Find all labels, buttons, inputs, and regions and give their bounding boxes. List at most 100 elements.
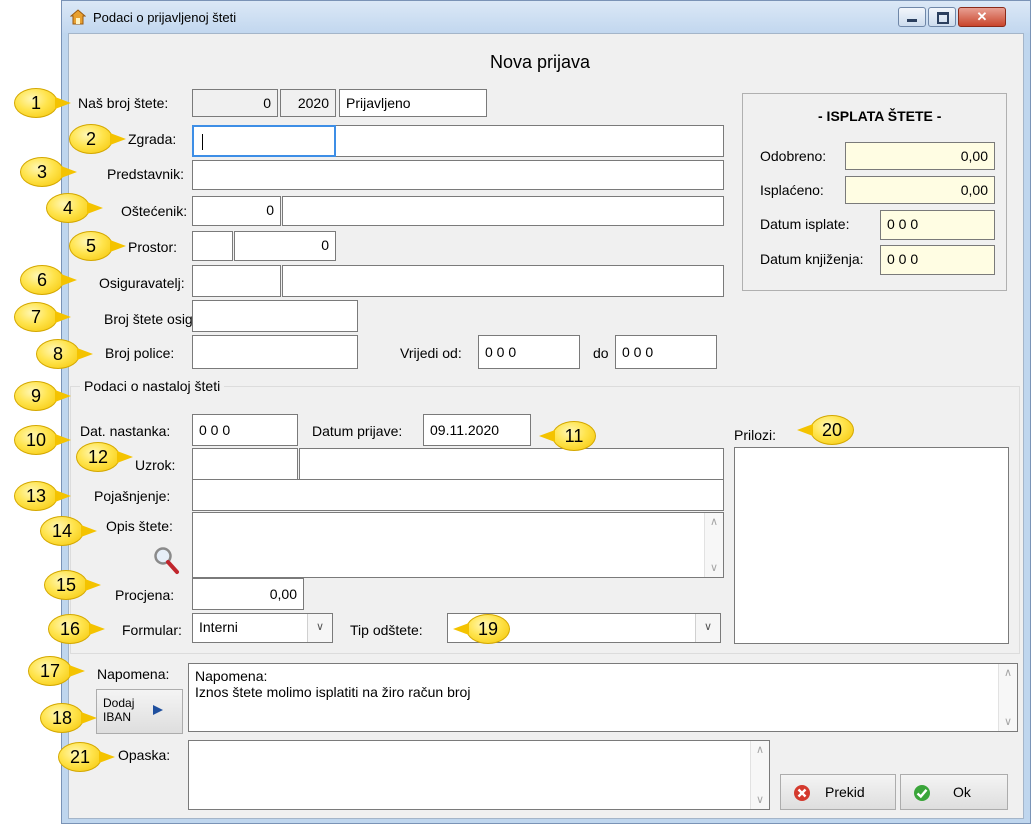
callout-18: 18 (40, 703, 97, 733)
napomena-label: Napomena: (97, 666, 170, 682)
napomena-line1: Napomena: (195, 668, 268, 684)
prostor-type-field[interactable] (192, 231, 233, 261)
uzrok-label: Uzrok: (135, 457, 176, 473)
nas-broj-year-field: 2020 (280, 89, 336, 117)
napomena-scrollbar[interactable]: ∧ ∨ (998, 664, 1017, 731)
callout-6: 6 (20, 265, 77, 295)
pojasnjenje-field[interactable] (192, 479, 724, 511)
prekid-button[interactable]: Prekid (780, 774, 896, 810)
callout-17: 17 (28, 656, 85, 686)
callout-15: 15 (44, 570, 101, 600)
dat-nastanka-label: Dat. nastanka: (80, 423, 171, 439)
magnifier-icon[interactable] (152, 545, 180, 575)
formular-value: Interni (199, 619, 238, 635)
predstavnik-label: Predstavnik: (107, 166, 185, 182)
window-title: Podaci o prijavljenoj šteti (93, 10, 237, 25)
callout-21: 21 (58, 742, 115, 772)
uzrok-code-field[interactable] (192, 448, 298, 480)
uzrok-name-field[interactable] (299, 448, 724, 480)
datum-knjizenja-label: Datum knjiženja: (760, 251, 864, 267)
close-button[interactable]: ✕ (958, 7, 1006, 27)
tip-odstete-label: Tip odštete: (350, 622, 423, 638)
play-arrow-icon (153, 705, 163, 715)
opaska-label: Opaska: (118, 747, 171, 763)
formular-select[interactable]: Interni ∨ (192, 613, 333, 643)
ok-button-label: Ok (953, 784, 971, 800)
dodaj-iban-line2: IBAN (103, 710, 132, 724)
callout-4: 4 (46, 193, 103, 223)
scroll-down-icon[interactable]: ∨ (751, 794, 769, 806)
vrijedi-od-field[interactable]: 0 0 0 (478, 335, 580, 369)
prilozi-list[interactable] (734, 447, 1009, 644)
scroll-down-icon[interactable]: ∨ (705, 562, 723, 574)
status-field: Prijavljeno (339, 89, 487, 117)
isplaceno-label: Isplaćeno: (760, 182, 824, 198)
callout-5: 5 (69, 231, 126, 261)
chevron-down-icon[interactable]: ∨ (307, 614, 332, 642)
callout-12: 12 (76, 442, 133, 472)
dodaj-iban-button[interactable]: Dodaj IBAN (96, 689, 183, 734)
callout-16: 16 (48, 614, 105, 644)
callout-2: 2 (69, 124, 126, 154)
form-title: Nova prijava (490, 52, 591, 72)
callout-8: 8 (36, 339, 93, 369)
title-bar[interactable]: Podaci o prijavljenoj šteti ✕ (62, 1, 1030, 33)
napomena-line2: Iznos štete molimo isplatiti na žiro rač… (195, 684, 471, 700)
opaska-scrollbar[interactable]: ∧ ∨ (750, 741, 769, 809)
close-icon: ✕ (976, 9, 988, 24)
osiguravatelj-code-field[interactable] (192, 265, 281, 297)
pojasnjenje-label: Pojašnjenje: (94, 488, 171, 504)
prostor-number-field[interactable]: 0 (234, 231, 336, 261)
ostecenik-code-field[interactable]: 0 (192, 196, 281, 226)
isplaceno-field[interactable]: 0,00 (845, 176, 995, 204)
dodaj-iban-label: Dodaj IBAN (103, 696, 134, 724)
datum-prijave-field[interactable]: 09.11.2020 (423, 414, 531, 446)
datum-isplate-field[interactable]: 0 0 0 (880, 210, 995, 240)
opis-scrollbar[interactable]: ∧ ∨ (704, 513, 723, 577)
scroll-down-icon[interactable]: ∨ (999, 716, 1017, 728)
dodaj-iban-line1: Dodaj (103, 696, 135, 710)
callout-13: 13 (14, 481, 71, 511)
do-field[interactable]: 0 0 0 (615, 335, 717, 369)
procjena-field[interactable]: 0,00 (192, 578, 304, 610)
ok-button[interactable]: Ok (900, 774, 1008, 810)
datum-prijave-label: Datum prijave: (312, 423, 403, 439)
callout-3: 3 (20, 157, 77, 187)
broj-stete-osig-label: Broj štete osig: (104, 311, 197, 327)
dat-nastanka-field[interactable]: 0 0 0 (192, 414, 298, 446)
osiguravatelj-name-field[interactable] (282, 265, 724, 297)
scroll-up-icon[interactable]: ∧ (751, 744, 769, 756)
odobreno-field[interactable]: 0,00 (845, 142, 995, 170)
callout-7: 7 (14, 302, 71, 332)
prekid-button-label: Prekid (825, 784, 865, 800)
do-label: do (593, 345, 609, 361)
maximize-button[interactable] (928, 7, 956, 27)
cancel-icon (794, 785, 810, 801)
predstavnik-field[interactable] (192, 160, 724, 190)
broj-police-field[interactable] (192, 335, 358, 369)
minimize-button[interactable] (898, 7, 926, 27)
text-cursor (202, 134, 203, 150)
procjena-label: Procjena: (115, 587, 175, 603)
isplata-title: - ISPLATA ŠTETE - (818, 108, 942, 124)
scroll-up-icon[interactable]: ∧ (999, 667, 1017, 679)
odobreno-label: Odobreno: (760, 148, 827, 164)
nas-broj-label: Naš broj štete: (78, 95, 169, 111)
scroll-up-icon[interactable]: ∧ (705, 516, 723, 528)
ostecenik-label: Oštećenik: (121, 203, 188, 219)
checkmark-icon (914, 785, 930, 801)
datum-knjizenja-field[interactable]: 0 0 0 (880, 245, 995, 275)
opaska-textarea[interactable]: ∧ ∨ (188, 740, 770, 810)
broj-police-label: Broj police: (105, 345, 175, 361)
callout-19: 19 (453, 614, 510, 644)
zgrada-code-input[interactable] (192, 125, 336, 157)
ostecenik-name-field[interactable] (282, 196, 724, 226)
chevron-down-icon[interactable]: ∨ (695, 614, 720, 642)
callout-1: 1 (14, 88, 71, 118)
maximize-icon (937, 12, 949, 24)
broj-stete-osig-field[interactable] (192, 300, 358, 332)
napomena-textarea[interactable]: Napomena: Iznos štete molimo isplatiti n… (188, 663, 1018, 732)
zgrada-label: Zgrada: (128, 131, 177, 147)
opis-stete-label: Opis štete: (106, 518, 173, 534)
opis-stete-textarea[interactable]: ∧ ∨ (192, 512, 724, 578)
